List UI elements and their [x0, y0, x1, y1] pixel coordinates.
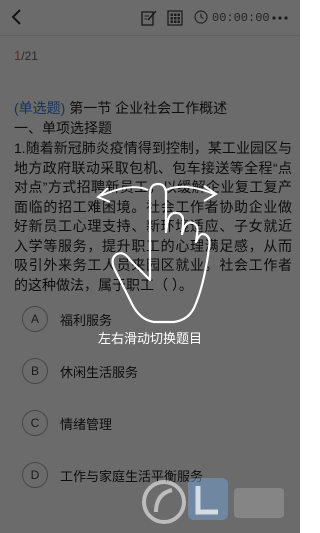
more-button[interactable] [266, 6, 294, 30]
chapter-title: 第一节 企业社会工作概述 [69, 100, 228, 116]
timer-text: 00:00:00 [212, 11, 270, 25]
option-text: 情绪管理 [60, 416, 113, 432]
back-icon [11, 9, 21, 25]
back-button[interactable] [6, 6, 28, 28]
more-icon [272, 16, 288, 20]
watermark-logo [142, 478, 284, 524]
question-progress: 1/21 [14, 48, 38, 63]
top-bar: 00:00:00 [0, 0, 300, 36]
question-heading: (单选题) 第一节 企业社会工作概述 [14, 98, 290, 118]
option-text: 休闲生活服务 [60, 364, 139, 380]
section-title: 一、单项选择题 [14, 120, 112, 136]
question-type: (单选题) [14, 100, 66, 116]
option-letter: B [22, 358, 48, 384]
option-c[interactable]: C 情绪管理 [22, 409, 282, 437]
clock-icon [194, 10, 208, 24]
option-text: 福利服务 [60, 312, 113, 328]
option-letter: D [22, 462, 48, 488]
option-letter: A [22, 306, 48, 332]
option-letter: C [22, 410, 48, 436]
question-text: 1.随着新冠肺炎疫情得到控制，某工业园区与地方政府联动采取包机、包车接送等全程“… [14, 140, 292, 293]
option-b[interactable]: B 休闲生活服务 [22, 357, 282, 385]
edit-icon[interactable] [140, 9, 158, 27]
grid-icon[interactable] [166, 9, 184, 27]
progress-total: /21 [21, 49, 38, 63]
option-a[interactable]: A 福利服务 [22, 305, 282, 333]
